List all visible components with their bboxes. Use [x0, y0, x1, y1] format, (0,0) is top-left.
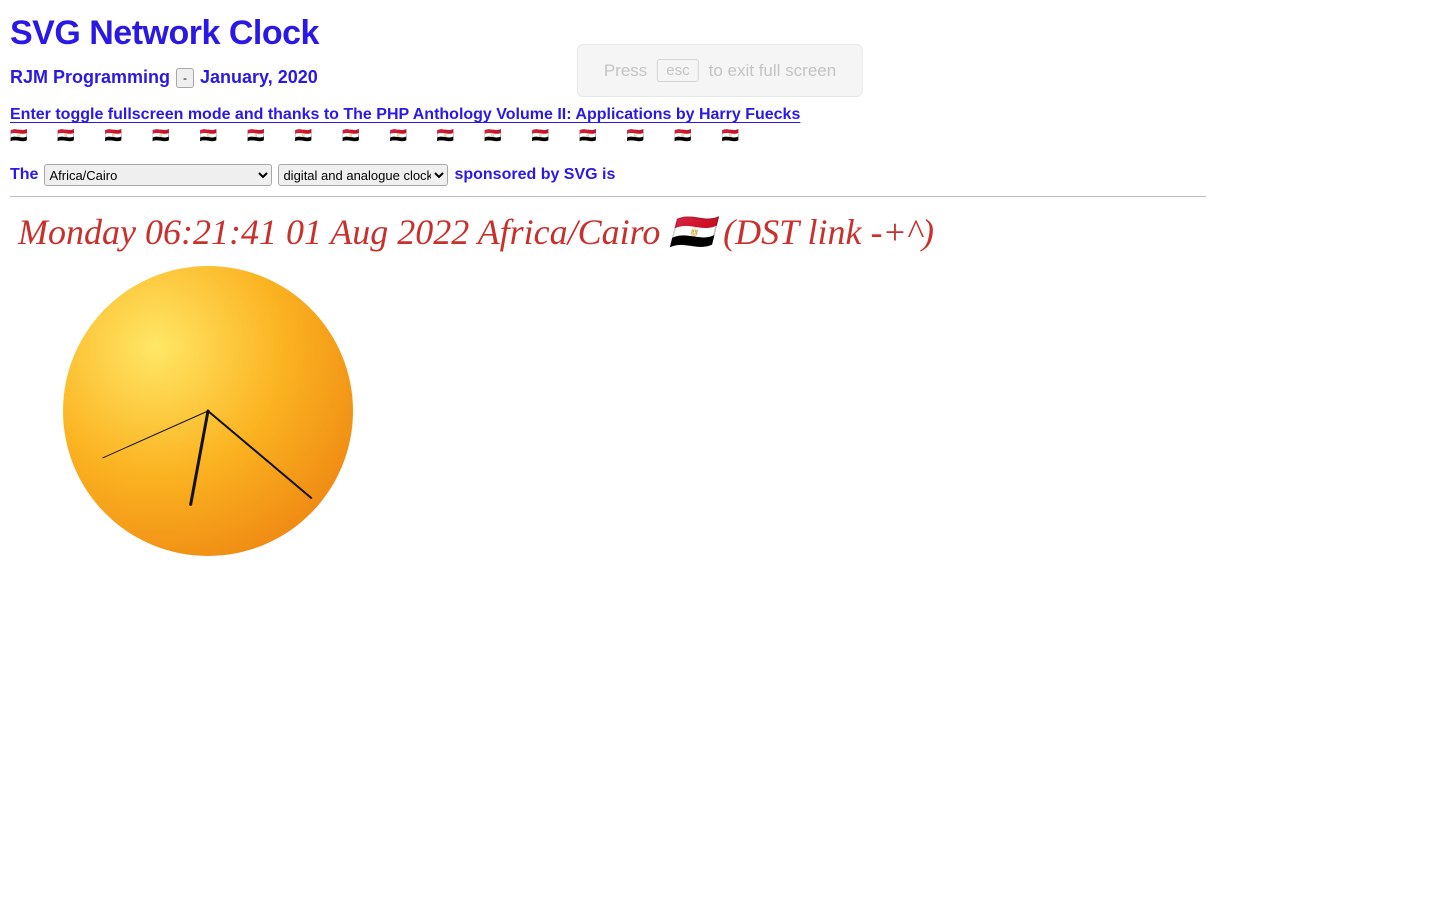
digital-date: 01 Aug 2022 — [286, 212, 469, 252]
controls-line: The Africa/Cairo digital and analogue cl… — [10, 164, 1430, 186]
flag-strip: 🇪🇬🇪🇬🇪🇬🇪🇬🇪🇬🇪🇬🇪🇬🇪🇬🇪🇬🇪🇬🇪🇬🇪🇬🇪🇬🇪🇬🇪🇬🇪🇬 — [10, 128, 1430, 142]
timezone-select[interactable]: Africa/Cairo — [44, 164, 272, 186]
digital-weekday: Monday — [18, 212, 136, 252]
analogue-clock-svg — [58, 261, 358, 561]
subtitle-suffix: January, 2020 — [200, 67, 318, 88]
subtitle-line: RJM Programming - January, 2020 — [10, 67, 1430, 88]
dst-link[interactable]: (DST link -+^) — [723, 212, 934, 252]
controls-prefix: The — [10, 166, 38, 184]
analogue-clock — [58, 261, 1430, 566]
digital-time: 06:21:41 — [145, 212, 277, 252]
clock-mode-select[interactable]: digital and analogue clock — [278, 164, 448, 186]
subtitle-prefix: RJM Programming — [10, 67, 170, 88]
divider — [10, 196, 1206, 197]
toggle-fullscreen-button[interactable]: - — [176, 68, 194, 88]
credits-link[interactable]: Enter toggle fullscreen mode and thanks … — [10, 106, 1430, 124]
page-title: SVG Network Clock — [10, 14, 1430, 53]
egypt-flag-icon: 🇪🇬 — [669, 212, 714, 252]
digital-tz: Africa/Cairo — [478, 212, 661, 252]
digital-clock: Monday 06:21:41 01 Aug 2022 Africa/Cairo… — [18, 211, 1430, 253]
controls-suffix: sponsored by SVG is — [454, 166, 615, 184]
